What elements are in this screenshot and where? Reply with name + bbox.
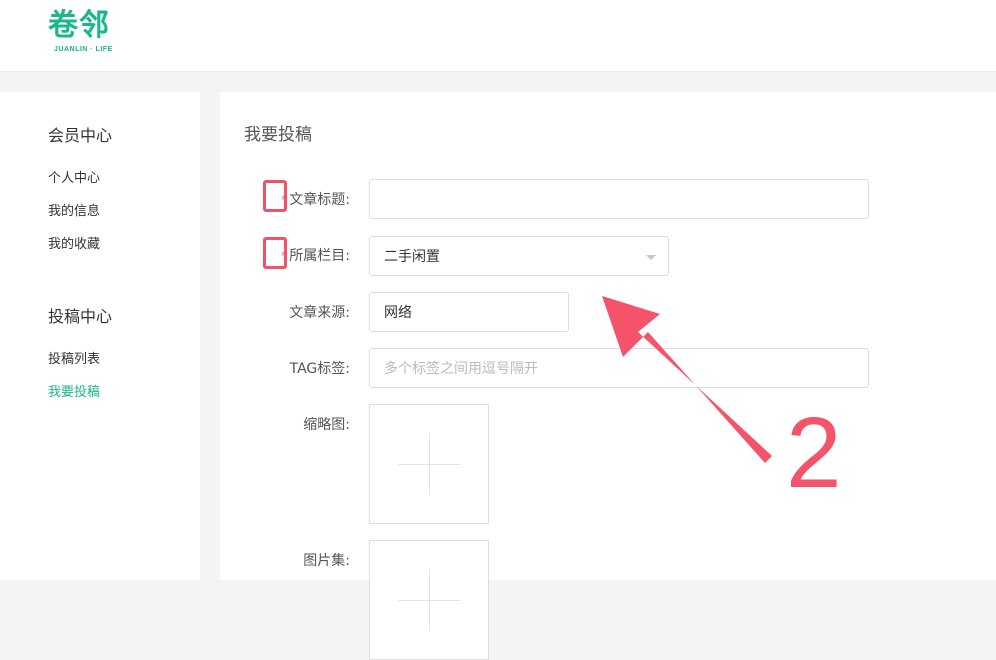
source-input[interactable]: 网络 xyxy=(369,292,569,332)
sidebar-item-submit-article[interactable]: 我要投稿 xyxy=(48,381,100,400)
article-title-input[interactable] xyxy=(369,179,869,219)
page-title: 我要投稿 xyxy=(244,125,312,145)
sidebar-section-submission-center: 投稿中心 xyxy=(48,307,113,326)
sidebar-section-member-center: 会员中心 xyxy=(48,126,113,145)
tags-label: TAG标签: xyxy=(289,361,350,377)
sidebar-item-my-info[interactable]: 我的信息 xyxy=(48,200,100,219)
gallery-label: 图片集: xyxy=(303,553,350,569)
sidebar: 会员中心 个人中心 我的信息 我的收藏 投稿中心 投稿列表 我要投稿 xyxy=(0,92,200,580)
tags-input[interactable]: 多个标签之间用逗号隔开 xyxy=(369,348,869,388)
logo-text: 卷邻 xyxy=(48,8,110,43)
required-highlight-box xyxy=(263,180,287,212)
annotation-number: 2 xyxy=(786,397,842,509)
sidebar-item-submission-list[interactable]: 投稿列表 xyxy=(48,348,100,367)
category-select[interactable]: 二手闲置 xyxy=(369,236,669,276)
source-label: 文章来源: xyxy=(289,305,350,321)
thumbnail-upload[interactable] xyxy=(369,404,489,524)
sidebar-item-my-favorites[interactable]: 我的收藏 xyxy=(48,233,100,252)
logo-subtext: JUANLIN · LIFE xyxy=(54,46,113,53)
category-selected-value: 二手闲置 xyxy=(384,249,440,265)
site-logo[interactable]: 卷邻 JUANLIN · LIFE xyxy=(48,6,128,58)
required-highlight-box xyxy=(263,237,287,269)
submission-panel: 我要投稿 * 文章标题: * 所属栏目: 二手闲置 文章来源: 网络 TAG标签: … xyxy=(220,92,996,660)
site-header: 卷邻 JUANLIN · LIFE xyxy=(0,0,996,72)
thumbnail-label: 缩略图: xyxy=(303,417,350,433)
gallery-upload[interactable] xyxy=(369,540,489,660)
sidebar-item-personal-center[interactable]: 个人中心 xyxy=(48,167,100,186)
chevron-down-icon xyxy=(646,255,656,260)
